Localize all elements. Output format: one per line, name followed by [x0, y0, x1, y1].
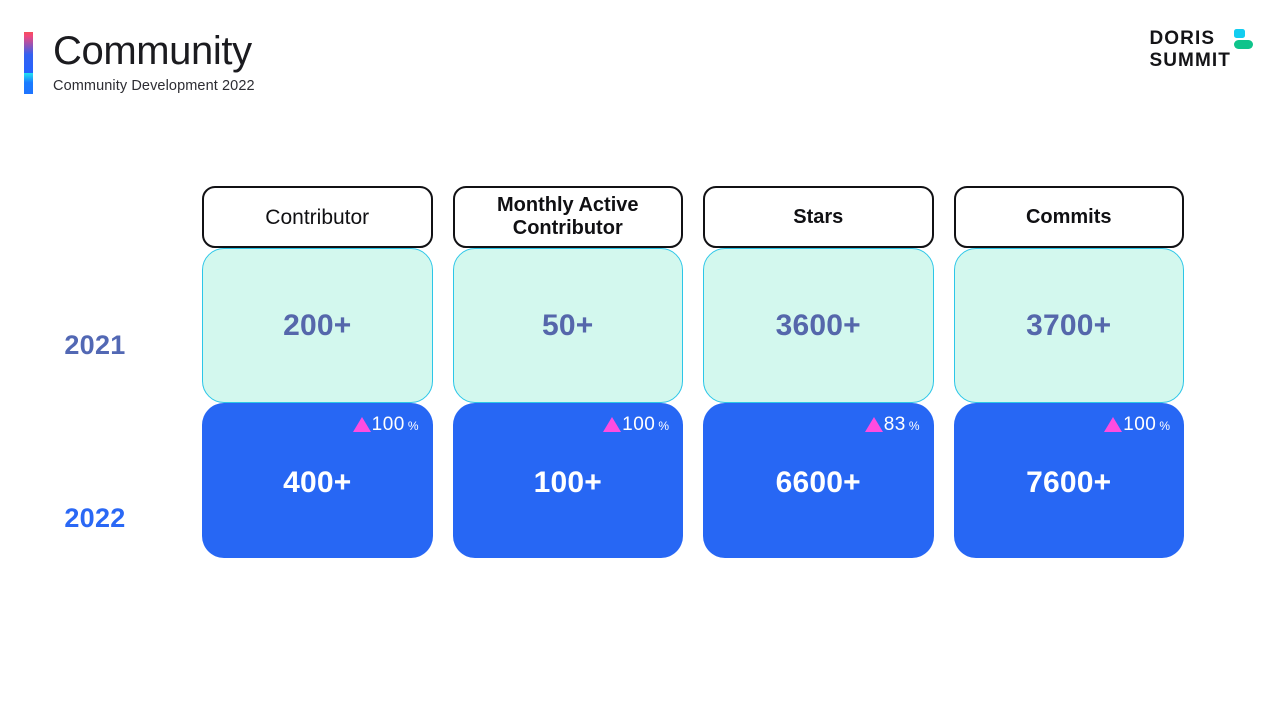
value-card-2022[interactable]: 100 % 7600+ — [953, 403, 1184, 558]
growth-badge: 100 % — [352, 414, 419, 435]
value-card-2021[interactable]: 3600+ — [703, 248, 934, 403]
logo-mark-icon — [1234, 29, 1254, 51]
logo-wordmark: DORIS SUMMIT — [1149, 28, 1231, 72]
logo-bar-icon — [1234, 40, 1253, 49]
growth-badge: 100 % — [603, 415, 669, 435]
triangle-up-icon — [352, 417, 371, 432]
value-card-2021[interactable]: 200+ — [202, 248, 433, 403]
metric-cell-2021-monthly-active-contributor: 50+ — [452, 248, 683, 403]
metric-cell-2022-contributor: 100 % 400+ — [202, 403, 433, 558]
triangle-up-icon — [603, 417, 622, 432]
metric-column-1: Monthly Active Contributor — [452, 186, 683, 248]
year-label-2022: 2022 — [64, 503, 126, 533]
metric-value-2022: 7600+ — [1026, 465, 1112, 499]
value-card-2022[interactable]: 100 % 100+ — [452, 403, 683, 558]
value-card-2021[interactable]: 50+ — [452, 248, 683, 403]
metric-cell-2022-monthly-active-contributor: 100 % 100+ — [452, 403, 683, 558]
accent-bar-segment-bottom — [24, 73, 33, 94]
metric-header-card-contributor[interactable]: Contributor — [202, 186, 433, 248]
accent-bar-segment-top — [24, 32, 33, 73]
metric-cell-2021-commits: 3700+ — [953, 248, 1184, 403]
metrics-grid: Contributor Monthly Active Contributor S… — [202, 186, 1184, 558]
metric-header-card-stars[interactable]: Stars — [703, 186, 934, 248]
percent-symbol: % — [1159, 419, 1170, 433]
metric-value-2022: 6600+ — [775, 465, 861, 499]
percent-symbol: % — [908, 419, 920, 433]
metric-column-3: Commits — [953, 186, 1184, 248]
metric-cell-2021-stars: 3600+ — [703, 248, 934, 403]
value-card-2022[interactable]: 100 % 400+ — [202, 403, 433, 558]
metric-cell-2021-contributor: 200+ — [202, 248, 433, 403]
triangle-up-icon — [1104, 417, 1123, 432]
metric-header-label: Contributor — [265, 205, 370, 229]
metric-header-label: Commits — [1025, 205, 1112, 228]
growth-value: 100 — [371, 414, 405, 435]
accent-gradient-bar — [24, 32, 33, 94]
metric-header-label: Monthly Active Contributor — [497, 194, 639, 239]
metrics-header-row: Contributor Monthly Active Contributor S… — [202, 186, 1184, 248]
metrics-row-2021: 200+ 50+ 3600+ 3700+ — [202, 248, 1184, 403]
value-card-2022[interactable]: 83 % 6600+ — [703, 403, 934, 558]
metric-value-2021: 3600+ — [775, 308, 861, 342]
metric-column-2: Stars — [703, 186, 934, 248]
slide-header: Community Community Development 2022 — [24, 28, 255, 96]
title-block: Community Community Development 2022 — [53, 28, 255, 96]
growth-badge: 100 % — [1104, 415, 1170, 435]
year-label-2021: 2021 — [64, 330, 126, 360]
metric-header-card-commits[interactable]: Commits — [953, 186, 1184, 248]
logo-line-1: DORIS — [1149, 28, 1216, 49]
growth-value: 100 — [622, 414, 656, 435]
growth-badge: 83 % — [864, 414, 920, 435]
logo-square-icon — [1234, 29, 1245, 38]
metric-value-2022: 400+ — [283, 465, 352, 499]
growth-value: 100 — [1123, 414, 1157, 435]
value-card-2021[interactable]: 3700+ — [953, 248, 1184, 403]
metric-value-2021: 50+ — [542, 308, 594, 342]
metric-cell-2022-commits: 100 % 7600+ — [953, 403, 1184, 558]
page-title: Community — [53, 29, 252, 73]
metric-value-2021: 3700+ — [1026, 308, 1112, 342]
percent-symbol: % — [658, 419, 669, 433]
logo-line-2: SUMMIT — [1149, 50, 1231, 71]
slide-root: Community Community Development 2022 DOR… — [0, 0, 1280, 720]
growth-value: 83 — [883, 414, 906, 435]
metric-value-2021: 200+ — [283, 308, 352, 342]
metrics-row-2022: 100 % 400+ 100 % 100+ 83 % 6600+ 100 % 7… — [202, 403, 1184, 558]
metric-column-0: Contributor — [202, 186, 433, 248]
metric-header-card-monthly-active-contributor[interactable]: Monthly Active Contributor — [452, 186, 683, 248]
percent-symbol: % — [407, 419, 419, 433]
metric-cell-2022-stars: 83 % 6600+ — [703, 403, 934, 558]
triangle-up-icon — [864, 417, 883, 432]
page-subtitle: Community Development 2022 — [53, 78, 255, 94]
metric-header-label: Stars — [793, 205, 844, 228]
metric-value-2022: 100+ — [533, 465, 602, 499]
doris-summit-logo: DORIS SUMMIT — [1149, 28, 1254, 72]
